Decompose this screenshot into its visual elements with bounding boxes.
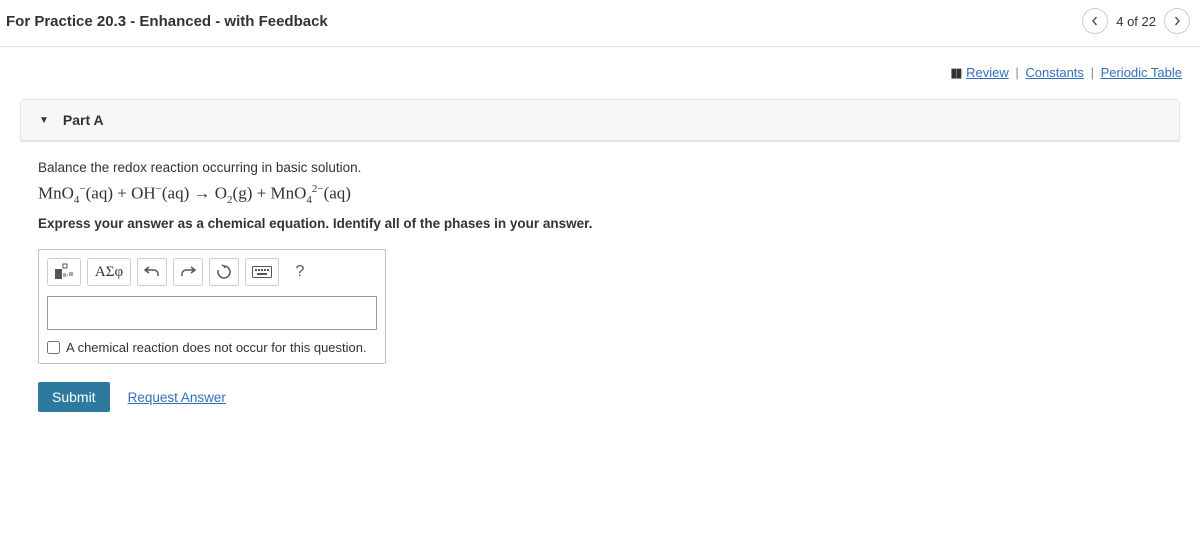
question-prompt: Balance the redox reaction occurring in …	[38, 160, 1162, 175]
templates-button[interactable]	[47, 258, 81, 286]
next-button[interactable]	[1164, 8, 1190, 34]
reset-button[interactable]	[209, 258, 239, 286]
page-title: For Practice 20.3 - Enhanced - with Feed…	[6, 13, 328, 30]
no-reaction-checkbox[interactable]	[47, 341, 60, 354]
no-reaction-label: A chemical reaction does not occur for t…	[66, 340, 367, 355]
submit-button[interactable]: Submit	[38, 382, 110, 412]
periodic-table-link[interactable]: Periodic Table	[1101, 65, 1182, 80]
formula-toolbar: ΑΣφ ?	[47, 258, 377, 286]
reset-icon	[216, 264, 232, 280]
separator: |	[1088, 65, 1097, 80]
nav-group: 4 of 22	[1082, 8, 1190, 34]
keyboard-button[interactable]	[245, 258, 279, 286]
separator: |	[1012, 65, 1021, 80]
equation-display: MnO4−(aq) + OH−(aq) → O2(g) + MnO42−(aq)	[38, 183, 1162, 206]
answer-instruction: Express your answer as a chemical equati…	[38, 216, 1162, 231]
chevron-left-icon	[1090, 16, 1100, 26]
prev-button[interactable]	[1082, 8, 1108, 34]
keyboard-icon	[252, 266, 272, 278]
redo-button[interactable]	[173, 258, 203, 286]
answer-input[interactable]	[47, 296, 377, 330]
chevron-right-icon	[1172, 16, 1182, 26]
answer-panel: ΑΣφ ? A chemical reaction does n	[38, 249, 386, 364]
caret-down-icon: ▼	[39, 115, 49, 126]
progress-text: 4 of 22	[1116, 14, 1156, 29]
undo-icon	[144, 265, 160, 279]
part-label: Part A	[63, 112, 104, 128]
constants-link[interactable]: Constants	[1025, 65, 1084, 80]
request-answer-link[interactable]: Request Answer	[128, 390, 226, 405]
pause-icon: ▮▮	[950, 65, 960, 80]
greek-letters-button[interactable]: ΑΣφ	[87, 258, 131, 286]
resource-links: ▮▮ Review | Constants | Periodic Table	[0, 47, 1200, 99]
help-button[interactable]: ?	[285, 258, 315, 286]
review-link[interactable]: Review	[966, 65, 1009, 80]
part-header[interactable]: ▼ Part A	[21, 100, 1179, 141]
templates-icon	[54, 263, 74, 281]
redo-icon	[180, 265, 196, 279]
undo-button[interactable]	[137, 258, 167, 286]
